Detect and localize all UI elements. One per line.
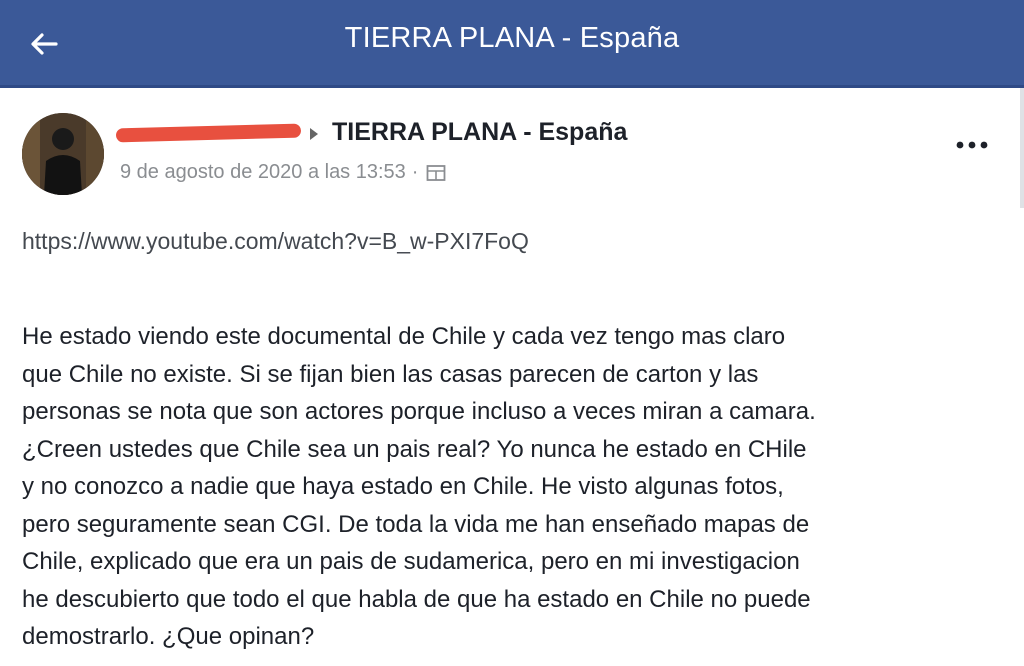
top-app-bar: TIERRA PLANA - España <box>0 0 1024 88</box>
meta-separator: · <box>411 161 419 183</box>
avatar-photo <box>22 113 104 195</box>
post-body-text: He estado viendo este documental de Chil… <box>22 318 1012 656</box>
post-body-line: pero seguramente sean CGI. De toda la vi… <box>22 510 810 538</box>
author-avatar[interactable] <box>22 113 104 195</box>
scrollbar[interactable] <box>1020 88 1024 208</box>
post-body-line: que Chile no existe. Si se fijan bien la… <box>22 360 759 388</box>
post-meta: 9 de agosto de 2020 a las 13:53 · <box>120 161 446 184</box>
post-body-line: personas se nota que son actores porque … <box>22 398 816 425</box>
post-body-line: he descubierto que todo el que habla de … <box>22 585 811 613</box>
ellipsis-icon <box>956 141 988 149</box>
post-body-line: ¿Creen ustedes que Chile sea un pais rea… <box>22 435 807 463</box>
post-body-line: demostrarlo. ¿Que opinan? <box>22 623 315 650</box>
author-name-redacted <box>115 123 302 143</box>
post-body-line: He estado viendo este documental de Chil… <box>22 323 786 350</box>
post-link[interactable]: https://www.youtube.com/watch?v=B_w-PXI7… <box>22 228 529 255</box>
post-timestamp[interactable]: 9 de agosto de 2020 a las 13:53 <box>120 161 406 184</box>
more-options-button[interactable] <box>952 133 992 157</box>
post-body-line: Chile, explicado que era un pais de suda… <box>22 548 800 575</box>
members-icon <box>427 164 446 181</box>
caret-right-icon <box>310 128 318 140</box>
post-body-line: y no conozco a nadie que haya estado en … <box>22 473 784 500</box>
page-title: TIERRA PLANA - España <box>344 22 680 54</box>
group-name-link[interactable]: TIERRA PLANA - España <box>332 118 627 147</box>
